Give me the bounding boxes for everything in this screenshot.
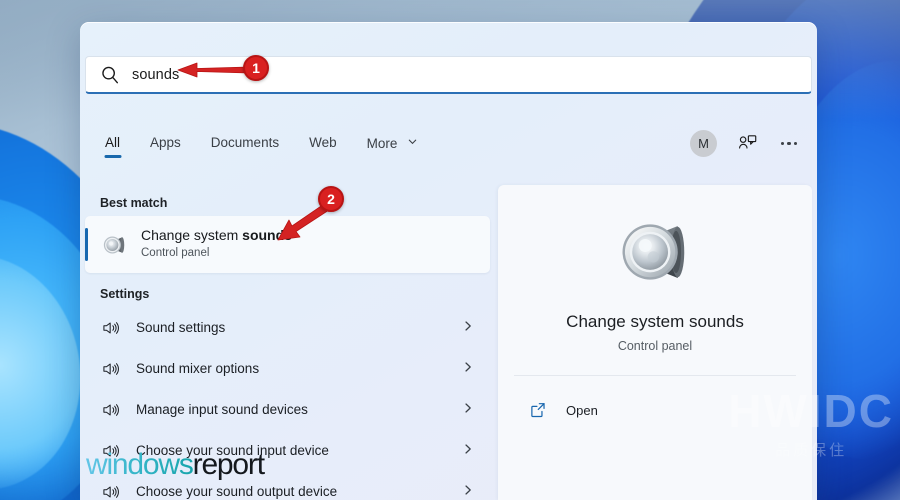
best-match-subtitle: Control panel (141, 246, 210, 259)
search-box[interactable]: sounds (85, 56, 812, 94)
chevron-down-icon (407, 135, 418, 150)
preview-title: Change system sounds (566, 312, 744, 331)
windowsreport-watermark-a: windows (86, 448, 194, 481)
feedback-people-icon[interactable] (735, 132, 759, 156)
tab-documents[interactable]: Documents (196, 132, 294, 162)
tab-web[interactable]: Web (294, 132, 352, 162)
list-item[interactable]: Sound settings (85, 307, 490, 348)
list-item-label: Sound settings (136, 320, 226, 335)
speaker-icon (101, 359, 121, 379)
hwidc-watermark-subtitle: 品质保住 (775, 442, 848, 459)
list-item-label: Choose your sound output device (136, 484, 338, 499)
search-top-actions: M (690, 130, 801, 157)
list-item-label: Sound mixer options (136, 361, 260, 376)
list-item-label: Manage input sound devices (136, 402, 308, 417)
speaker-large-icon (616, 213, 694, 296)
windowsreport-watermark-b: report (192, 448, 265, 481)
ellipsis-icon[interactable] (777, 132, 801, 156)
best-match-title-prefix: Change system (141, 227, 243, 244)
open-button-label: Open (566, 402, 598, 418)
speaker-icon (101, 318, 121, 338)
chevron-right-icon[interactable] (462, 319, 474, 337)
best-match-title-highlight: sounds (242, 227, 292, 244)
speaker-icon (101, 232, 127, 258)
divider (514, 375, 796, 376)
selection-indicator (85, 228, 88, 261)
hwidc-watermark: HWIDC 品质保住 (728, 388, 894, 458)
annotation-badge-1: 1 (243, 55, 269, 81)
list-item[interactable]: Manage input sound devices (85, 389, 490, 430)
speaker-icon (101, 482, 121, 500)
avatar[interactable]: M (690, 130, 717, 157)
windowsreport-watermark: windowsreport (86, 448, 265, 481)
hwidc-watermark-title: HWIDC (728, 385, 894, 437)
chevron-right-icon[interactable] (462, 401, 474, 419)
search-filter-tabs: All Apps Documents Web More (90, 132, 433, 163)
windows-search-panel: sounds All Apps Documents Web More M Bes… (80, 22, 817, 500)
tab-apps[interactable]: Apps (135, 132, 196, 162)
tab-active-indicator (104, 155, 121, 158)
speaker-icon (101, 400, 121, 420)
tab-all-label: All (105, 135, 121, 150)
preview-subtitle: Control panel (617, 339, 693, 353)
annotation-badge-2: 2 (318, 186, 344, 212)
best-match-text: Change system sounds Control panel (141, 227, 292, 261)
preview-icon-wrap (498, 213, 812, 296)
settings-header: Settings (100, 287, 150, 301)
avatar-initial: M (698, 136, 709, 151)
tab-documents-label: Documents (210, 135, 280, 150)
best-match-header: Best match (100, 196, 168, 210)
ellipsis-dots (780, 141, 798, 146)
screen: sounds All Apps Documents Web More M Bes… (0, 0, 900, 500)
chevron-right-icon[interactable] (462, 360, 474, 378)
search-icon (99, 64, 121, 86)
external-link-icon (529, 401, 547, 419)
list-item[interactable]: Sound mixer options (85, 348, 490, 389)
search-input[interactable]: sounds (132, 67, 179, 83)
tab-apps-label: Apps (150, 135, 181, 150)
tab-web-label: Web (309, 135, 337, 150)
chevron-right-icon[interactable] (462, 483, 474, 500)
best-match-result[interactable]: Change system sounds Control panel (85, 216, 490, 273)
chevron-right-icon[interactable] (462, 442, 474, 460)
tab-more[interactable]: More (352, 132, 434, 163)
tab-all[interactable]: All (90, 132, 135, 162)
best-match-title: Change system sounds (141, 227, 292, 245)
tab-more-label: More (366, 136, 398, 151)
